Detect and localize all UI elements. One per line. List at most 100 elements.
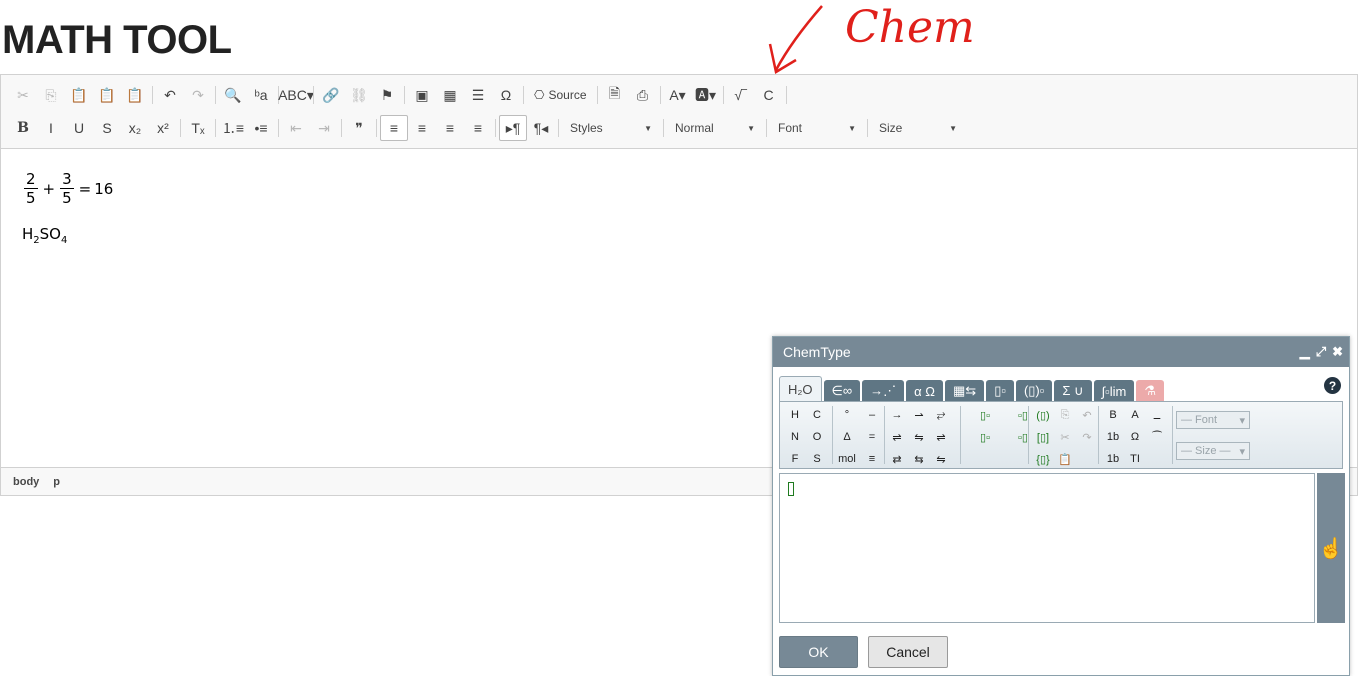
styles-combo[interactable]: Styles ▼	[562, 116, 660, 140]
arrows-button[interactable]: ⇌	[886, 426, 908, 448]
brackets-button[interactable]: ↶	[1076, 404, 1098, 426]
format-button[interactable]: A	[1124, 404, 1146, 426]
indent-icon[interactable]: ⇥	[310, 115, 338, 141]
brackets-button[interactable]: [▯]	[1032, 426, 1054, 448]
justify-icon[interactable]: ≡	[464, 115, 492, 141]
tab-9[interactable]: ⚗	[1136, 380, 1164, 402]
subscript-icon[interactable]: x₂	[121, 115, 149, 141]
elements-button[interactable]: H	[784, 404, 806, 426]
source-button[interactable]: ⎔ Source	[527, 82, 594, 108]
font-combo[interactable]: Font ▼	[770, 116, 864, 140]
undo-icon[interactable]: ↶	[156, 82, 184, 108]
tab-0[interactable]: H₂O	[779, 376, 822, 402]
symbols-button[interactable]: ≡	[860, 448, 884, 470]
tab-7[interactable]: Σ ∪	[1054, 380, 1092, 402]
close-icon[interactable]: ✖	[1332, 344, 1343, 360]
format-button[interactable]: ⁀	[1146, 426, 1168, 448]
chemical-formula[interactable]: H2SO4	[22, 225, 1336, 246]
dialog-header[interactable]: ChemType ▁ ⤢ ✖	[773, 337, 1349, 367]
format-button[interactable]: ــ	[1146, 404, 1168, 426]
strikethrough-icon[interactable]: S	[93, 115, 121, 141]
paste-word-icon[interactable]: 📋	[121, 82, 149, 108]
brackets-button[interactable]: {▯}	[1032, 448, 1054, 470]
elements-button[interactable]: S	[806, 448, 828, 470]
brackets-button[interactable]: (▯)	[1032, 404, 1054, 426]
maximize-icon[interactable]: ⤢	[1316, 344, 1326, 360]
templates-button[interactable]: ▯▫	[966, 404, 1004, 426]
link-icon[interactable]: 🔗	[317, 82, 345, 108]
tab-4[interactable]: ▦⇆	[945, 380, 985, 402]
brackets-button[interactable]: ✂	[1054, 426, 1076, 448]
format-button[interactable]: 1b	[1102, 448, 1124, 470]
format-button[interactable]: Ω	[1124, 426, 1146, 448]
format-button[interactable]: 1b	[1102, 426, 1124, 448]
preview-icon[interactable]: 🗎	[601, 82, 629, 108]
elements-button[interactable]: N	[784, 426, 806, 448]
tab-3[interactable]: α Ω	[906, 380, 943, 402]
symbols-button[interactable]: =	[860, 426, 884, 448]
fraction-equation[interactable]: 2 5 + 3 5 = 16	[22, 170, 1336, 207]
tab-1[interactable]: ∈∞	[823, 380, 861, 402]
tab-5[interactable]: ▯▫	[986, 380, 1014, 402]
arrows-button[interactable]: ⇋	[908, 426, 930, 448]
elements-button[interactable]: C	[806, 404, 828, 426]
spellcheck-icon[interactable]: ABC▾	[278, 82, 314, 108]
help-icon[interactable]: ?	[1324, 377, 1341, 394]
arrows-button[interactable]: ⇀	[908, 404, 930, 426]
numbered-list-icon[interactable]: ⒈≡	[219, 115, 247, 141]
redo-icon[interactable]: ↷	[184, 82, 212, 108]
replace-icon[interactable]: ᵇa	[247, 82, 275, 108]
path-item-p[interactable]: p	[53, 476, 60, 488]
superscript-icon[interactable]: x²	[149, 115, 177, 141]
path-item-body[interactable]: body	[13, 476, 39, 488]
elements-button[interactable]: O	[806, 426, 828, 448]
font-select[interactable]: — Font ▾	[1176, 411, 1250, 429]
formula-edit-area[interactable]	[779, 473, 1315, 623]
format-button[interactable]: TI	[1124, 448, 1146, 470]
print-icon[interactable]: ⎙	[629, 82, 657, 108]
minimize-icon[interactable]: ▁	[1300, 344, 1310, 360]
arrows-button[interactable]: ⇌	[930, 426, 952, 448]
format-button[interactable]	[1146, 448, 1168, 470]
brackets-button[interactable]: ⎘	[1054, 404, 1076, 426]
tab-2[interactable]: →⋰	[862, 380, 905, 402]
italic-icon[interactable]: I	[37, 115, 65, 141]
chem-type-icon[interactable]: C	[755, 82, 783, 108]
brackets-button[interactable]	[1076, 448, 1098, 470]
ltr-icon[interactable]: ▸¶	[499, 115, 527, 141]
find-icon[interactable]: 🔍	[219, 82, 247, 108]
templates-button[interactable]: ▯▫	[966, 426, 1004, 448]
unlink-icon[interactable]: ⛓	[345, 82, 373, 108]
symbols-button[interactable]: °	[834, 404, 860, 426]
arrows-button[interactable]: ⥂	[930, 404, 952, 426]
underline-icon[interactable]: U	[65, 115, 93, 141]
align-right-icon[interactable]: ≡	[436, 115, 464, 141]
bg-color-icon[interactable]: 🅰▾	[692, 82, 720, 108]
align-center-icon[interactable]: ≡	[408, 115, 436, 141]
symbols-button[interactable]: mol	[834, 448, 860, 470]
blockquote-icon[interactable]: ❞	[345, 115, 373, 141]
align-left-icon[interactable]: ≡	[380, 115, 408, 141]
arrows-button[interactable]: ⇄	[886, 448, 908, 470]
bold-icon[interactable]: B	[9, 115, 37, 141]
cancel-button[interactable]: Cancel	[868, 636, 948, 668]
format-button[interactable]: B	[1102, 404, 1124, 426]
rtl-icon[interactable]: ¶◂	[527, 115, 555, 141]
text-color-icon[interactable]: A▾	[664, 82, 692, 108]
image-icon[interactable]: ▣	[408, 82, 436, 108]
brackets-button[interactable]: ↷	[1076, 426, 1098, 448]
elements-button[interactable]: F	[784, 448, 806, 470]
anchor-flag-icon[interactable]: ⚑	[373, 82, 401, 108]
outdent-icon[interactable]: ⇤	[282, 115, 310, 141]
symbols-button[interactable]: Δ	[834, 426, 860, 448]
copy-icon[interactable]: ⎘	[37, 82, 65, 108]
cut-icon[interactable]: ✂	[9, 82, 37, 108]
brackets-button[interactable]: 📋	[1054, 448, 1076, 470]
size-combo[interactable]: Size ▼	[871, 116, 965, 140]
format-combo[interactable]: Normal ▼	[667, 116, 763, 140]
bulleted-list-icon[interactable]: •≡	[247, 115, 275, 141]
symbols-button[interactable]: –	[860, 404, 884, 426]
horizontal-line-icon[interactable]: ☰	[464, 82, 492, 108]
special-char-icon[interactable]: Ω	[492, 82, 520, 108]
math-type-icon[interactable]: √‾	[727, 82, 755, 108]
